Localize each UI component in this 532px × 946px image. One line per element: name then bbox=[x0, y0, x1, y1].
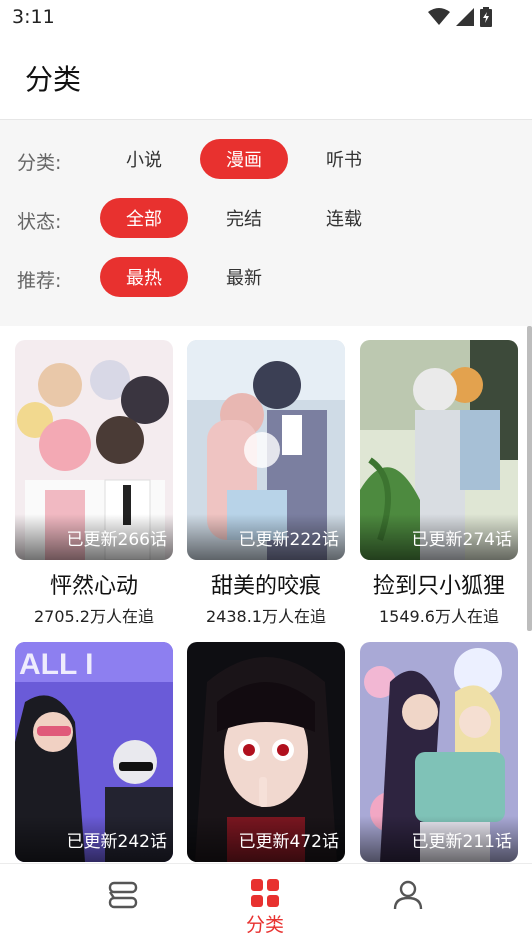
update-badge: 已更新242话 bbox=[66, 832, 167, 852]
page-title: 分类 bbox=[25, 63, 82, 96]
chip-ongoing[interactable]: 连载 bbox=[300, 198, 388, 238]
filter-row-status: 状态: 全部 完结 连载 bbox=[0, 198, 532, 238]
comic-title[interactable]: 怦然心动 bbox=[15, 568, 173, 600]
scrollbar[interactable] bbox=[527, 326, 532, 631]
update-badge: 已更新472话 bbox=[238, 832, 339, 852]
filter-panel: 分类: 小说 漫画 听书 状态: 全部 完结 连载 推荐: 最热 最新 bbox=[0, 120, 532, 326]
filter-label-status: 状态: bbox=[17, 211, 62, 233]
svg-text:ALL I: ALL I bbox=[19, 648, 93, 681]
filter-row-category: 分类: 小说 漫画 听书 bbox=[0, 139, 532, 179]
wifi-icon bbox=[428, 8, 450, 25]
status-bar: 3:11 bbox=[0, 0, 532, 36]
filter-row-recommend: 推荐: 最热 最新 bbox=[0, 257, 532, 297]
comic-cover[interactable]: 已更新472话 bbox=[187, 642, 345, 862]
status-time: 3:11 bbox=[12, 6, 55, 28]
update-badge: 已更新274话 bbox=[411, 530, 512, 550]
profile-icon bbox=[393, 880, 423, 910]
battery-icon bbox=[480, 7, 492, 27]
comic-followers: 2438.1万人在追 bbox=[206, 607, 326, 626]
chip-all[interactable]: 全部 bbox=[100, 198, 188, 238]
nav-bookshelf[interactable] bbox=[63, 864, 183, 946]
nav-category-label: 分类 bbox=[245, 914, 284, 936]
filter-label-recommend: 推荐: bbox=[17, 270, 62, 292]
status-icons bbox=[428, 7, 492, 27]
app-header: 分类 bbox=[0, 36, 532, 120]
comic-cover[interactable]: ALL I 已更新242话 bbox=[15, 642, 173, 862]
category-grid-icon bbox=[251, 879, 279, 907]
comic-followers: 2705.2万人在追 bbox=[34, 607, 154, 626]
chip-comic[interactable]: 漫画 bbox=[200, 139, 288, 179]
chip-novel[interactable]: 小说 bbox=[100, 139, 188, 179]
chip-audiobook[interactable]: 听书 bbox=[300, 139, 388, 179]
comic-title[interactable]: 捡到只小狐狸 bbox=[360, 568, 518, 600]
update-badge: 已更新266话 bbox=[66, 530, 167, 550]
comic-cover[interactable]: 已更新266话 bbox=[15, 340, 173, 560]
comic-title[interactable]: 甜美的咬痕 bbox=[187, 568, 345, 600]
comic-cover[interactable]: 已更新274话 bbox=[360, 340, 518, 560]
bottom-nav: 分类 bbox=[0, 863, 532, 946]
comic-followers: 1549.6万人在追 bbox=[379, 607, 499, 626]
nav-category[interactable]: 分类 bbox=[205, 864, 325, 946]
update-badge: 已更新211话 bbox=[411, 832, 512, 852]
chip-newest[interactable]: 最新 bbox=[200, 257, 288, 297]
filter-label-category: 分类: bbox=[17, 152, 62, 174]
signal-icon bbox=[456, 8, 474, 26]
chip-completed[interactable]: 完结 bbox=[200, 198, 288, 238]
nav-profile[interactable] bbox=[348, 864, 468, 946]
update-badge: 已更新222话 bbox=[238, 530, 339, 550]
comic-cover[interactable]: 已更新222话 bbox=[187, 340, 345, 560]
bookshelf-icon bbox=[108, 881, 138, 909]
comic-grid: 已更新266话 怦然心动 2705.2万人在追 已更新222话 甜美的咬痕 24… bbox=[0, 326, 532, 863]
comic-cover[interactable]: 已更新211话 bbox=[360, 642, 518, 862]
chip-hottest[interactable]: 最热 bbox=[100, 257, 188, 297]
